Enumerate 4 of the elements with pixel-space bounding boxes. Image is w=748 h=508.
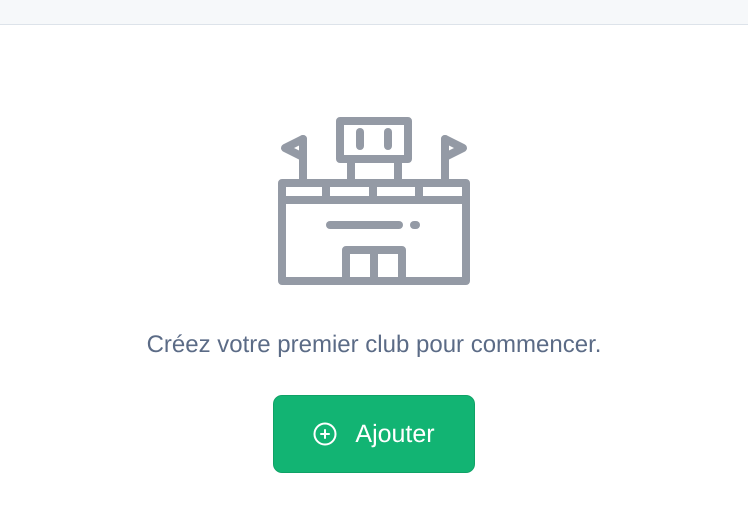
empty-message: Créez votre premier club pour commencer. [146, 331, 602, 359]
stadium-icon [278, 117, 470, 285]
plus-circle-icon [313, 422, 338, 446]
add-button[interactable]: Ajouter [273, 395, 475, 473]
